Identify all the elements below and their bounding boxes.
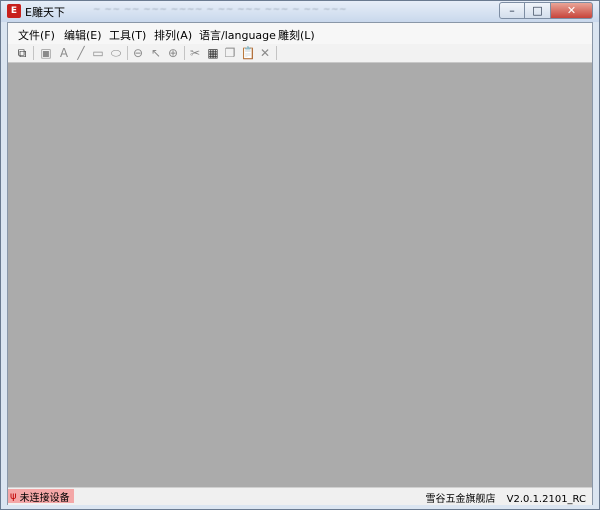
paste-icon[interactable]: 📋 bbox=[240, 45, 256, 61]
connection-status: ψ 未连接设备 bbox=[8, 489, 74, 504]
connection-status-text: 未连接设备 bbox=[19, 492, 70, 504]
text-icon[interactable]: A bbox=[56, 45, 72, 61]
toolbar: ⧉ ▣ A ╱ ▭ ⬭ ⊖ ↖ ⊕ ✂ ▦ ❐ 📋 ✕ bbox=[8, 44, 592, 63]
menu-arrange[interactable]: 排列(A) bbox=[154, 27, 192, 43]
maximize-icon: □ bbox=[532, 4, 543, 17]
toolbar-separator bbox=[127, 46, 128, 60]
title-bar[interactable]: E E雕天下 ~ ~~ ~~ ~~~ ~~~~ ~ ~~ ~~~ ~~~ ~ ~… bbox=[1, 1, 599, 22]
delete-icon[interactable]: ✕ bbox=[257, 45, 273, 61]
app-window: E E雕天下 ~ ~~ ~~ ~~~ ~~~~ ~ ~~ ~~~ ~~~ ~ ~… bbox=[0, 0, 600, 510]
minimize-button[interactable]: – bbox=[499, 2, 525, 19]
toolbar-separator bbox=[184, 46, 185, 60]
rectangle-icon[interactable]: ▭ bbox=[90, 45, 106, 61]
zoom-in-icon[interactable]: ⊕ bbox=[165, 45, 181, 61]
drawing-canvas[interactable] bbox=[8, 63, 592, 487]
line-icon[interactable]: ╱ bbox=[73, 45, 89, 61]
app-logo-icon: E bbox=[7, 4, 21, 18]
plug-icon: ψ bbox=[10, 490, 17, 502]
toolbar-separator bbox=[276, 46, 277, 60]
menu-engrave[interactable]: 雕刻(L) bbox=[278, 27, 315, 43]
window-title: E雕天下 bbox=[25, 6, 65, 19]
window-controls: – □ ✕ bbox=[499, 2, 593, 19]
client-area: 文件(F) 编辑(E) 工具(T) 排列(A) 语言/language 雕刻(L… bbox=[7, 22, 593, 505]
version-label: V2.0.1.2101_RC bbox=[506, 494, 586, 505]
close-icon: ✕ bbox=[566, 4, 577, 17]
window-title-faded: ~ ~~ ~~ ~~~ ~~~~ ~ ~~ ~~~ ~~~ ~ ~~ ~~~ bbox=[93, 5, 348, 15]
menu-edit[interactable]: 编辑(E) bbox=[64, 27, 102, 43]
close-button[interactable]: ✕ bbox=[551, 2, 593, 19]
status-bar: ψ 未连接设备 雪谷五金旗舰店 V2.0.1.2101_RC bbox=[8, 487, 592, 505]
cut-icon[interactable]: ✂ bbox=[187, 45, 203, 61]
copy-icon[interactable]: ❐ bbox=[222, 45, 238, 61]
image-icon[interactable]: ▣ bbox=[38, 45, 54, 61]
status-info: 雪谷五金旗舰店 V2.0.1.2101_RC bbox=[425, 490, 586, 505]
grid-icon[interactable]: ▦ bbox=[205, 45, 221, 61]
shop-name: 雪谷五金旗舰店 bbox=[425, 494, 496, 505]
maximize-button[interactable]: □ bbox=[525, 2, 551, 19]
menu-file[interactable]: 文件(F) bbox=[18, 27, 55, 43]
zoom-out-icon[interactable]: ⊖ bbox=[130, 45, 146, 61]
ellipse-icon[interactable]: ⬭ bbox=[108, 45, 124, 61]
menu-language[interactable]: 语言/language bbox=[199, 27, 276, 43]
menu-bar: 文件(F) 编辑(E) 工具(T) 排列(A) 语言/language 雕刻(L… bbox=[8, 23, 592, 45]
minimize-icon: – bbox=[509, 4, 515, 17]
pointer-icon[interactable]: ↖ bbox=[148, 45, 164, 61]
toolbar-separator bbox=[33, 46, 34, 60]
new-document-icon[interactable]: ⧉ bbox=[14, 45, 30, 61]
menu-tools[interactable]: 工具(T) bbox=[109, 27, 146, 43]
